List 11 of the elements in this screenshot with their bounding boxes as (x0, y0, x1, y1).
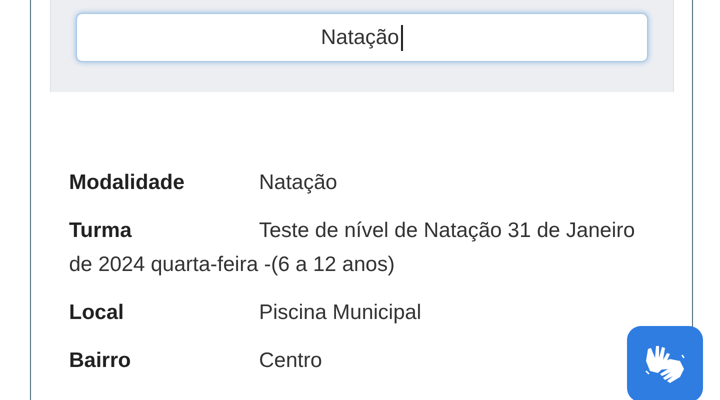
field-value: Centro (259, 348, 322, 374)
field-label: Modalidade (69, 170, 186, 196)
field-value: Natação (259, 170, 338, 196)
input-field[interactable]: Natação (76, 13, 648, 62)
field-label: Local (69, 300, 125, 326)
field-value: Piscina Municipal (259, 300, 422, 326)
field-label: Bairro (69, 348, 132, 374)
field-value: de 2024 quarta-feira -(6 a 12 anos) (69, 253, 395, 276)
sign-language-button[interactable] (627, 326, 703, 400)
field-value: Teste de nível de Natação 31 de Janeiro (259, 218, 635, 244)
field-label: Turma (69, 218, 133, 244)
